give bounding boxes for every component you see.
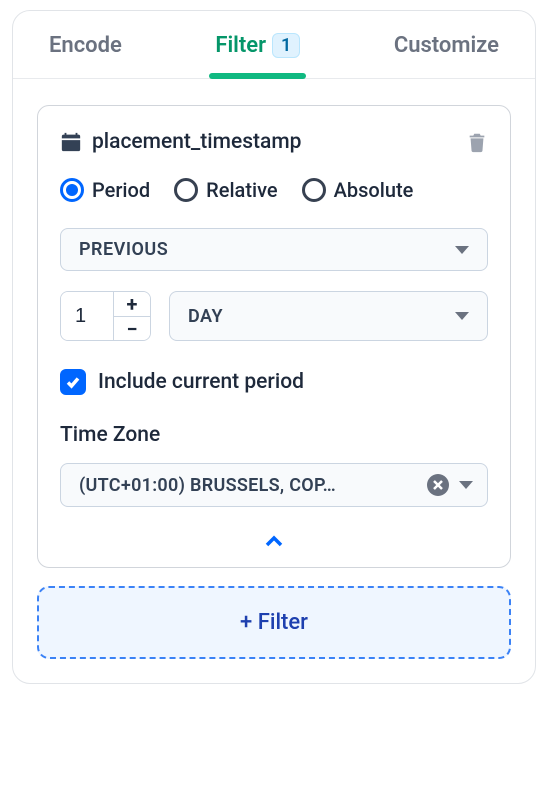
caret-down-icon <box>455 312 469 320</box>
previous-select[interactable]: PREVIOUS <box>60 228 488 271</box>
caret-down-icon <box>459 481 473 489</box>
tab-filter-label: Filter <box>215 33 266 58</box>
timezone-label: Time Zone <box>60 423 488 447</box>
checkmark-icon <box>65 374 81 390</box>
add-filter-button[interactable]: + Filter <box>37 586 511 659</box>
tab-bar: Encode Filter 1 Customize <box>13 11 535 79</box>
timezone-value: (UTC+01:00) BRUSSELS, COP… <box>79 475 417 496</box>
trash-icon[interactable] <box>466 130 488 154</box>
radio-absolute[interactable]: Absolute <box>302 178 414 202</box>
radio-relative[interactable]: Relative <box>174 178 277 202</box>
include-current-label: Include current period <box>98 370 304 394</box>
unit-select-value: DAY <box>188 306 223 327</box>
unit-select[interactable]: DAY <box>169 291 488 341</box>
radio-absolute-label: Absolute <box>334 178 414 202</box>
tab-filter[interactable]: Filter 1 <box>215 33 300 78</box>
stepper-buttons: + − <box>113 292 150 340</box>
previous-select-value: PREVIOUS <box>79 239 168 260</box>
filter-header: placement_timestamp <box>60 130 488 154</box>
calendar-icon <box>60 131 82 153</box>
chevron-up-icon <box>264 535 284 549</box>
filter-field-title: placement_timestamp <box>60 130 301 154</box>
tab-encode[interactable]: Encode <box>49 33 122 78</box>
radio-period-label: Period <box>92 178 150 202</box>
checkbox-box <box>60 369 86 395</box>
include-current-checkbox[interactable]: Include current period <box>60 369 488 395</box>
x-icon <box>432 479 444 491</box>
radio-absolute-circle <box>302 178 326 202</box>
quantity-unit-row: + − DAY <box>60 291 488 341</box>
radio-relative-label: Relative <box>206 178 277 202</box>
radio-period-circle <box>60 178 84 202</box>
filter-count-badge: 1 <box>272 33 300 58</box>
quantity-stepper: + − <box>60 291 151 341</box>
clear-timezone-button[interactable] <box>427 474 449 496</box>
filter-card: placement_timestamp Period Relative Abso… <box>37 105 511 568</box>
caret-down-icon <box>455 246 469 254</box>
filter-field-name: placement_timestamp <box>92 130 301 154</box>
config-panel: Encode Filter 1 Customize placement_time… <box>12 10 536 684</box>
radio-relative-circle <box>174 178 198 202</box>
stepper-increment[interactable]: + <box>114 292 150 317</box>
timezone-select[interactable]: (UTC+01:00) BRUSSELS, COP… <box>60 463 488 507</box>
filter-mode-radios: Period Relative Absolute <box>60 178 488 202</box>
radio-period[interactable]: Period <box>60 178 150 202</box>
stepper-decrement[interactable]: − <box>114 317 150 341</box>
collapse-toggle[interactable] <box>60 529 488 555</box>
quantity-input[interactable] <box>61 292 113 340</box>
tab-customize[interactable]: Customize <box>394 33 499 78</box>
